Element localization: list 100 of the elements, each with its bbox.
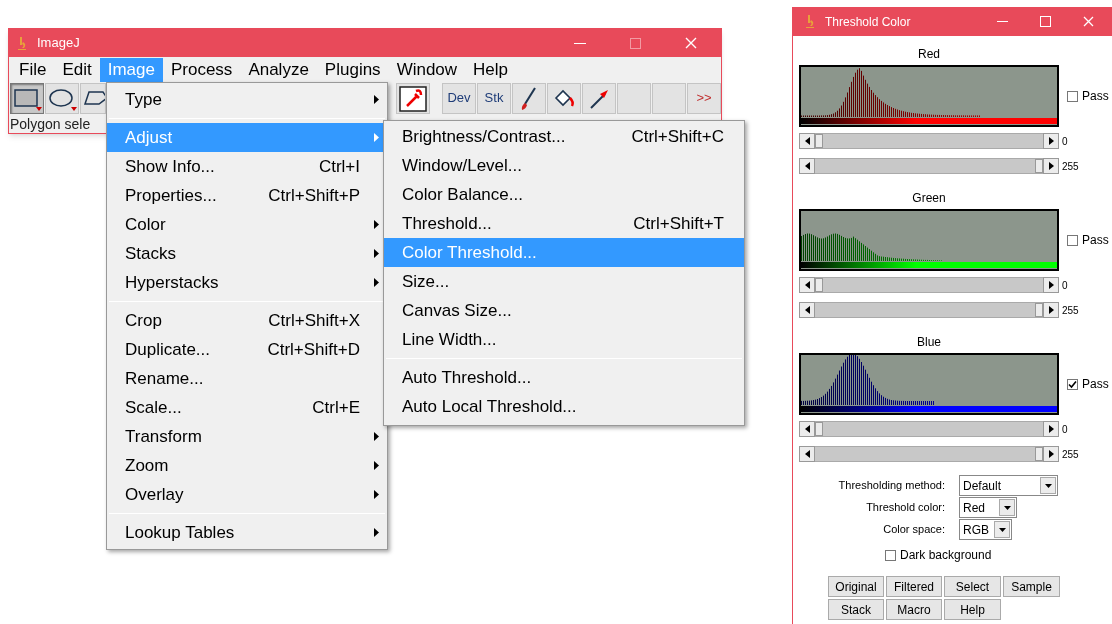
window-title: Threshold Color bbox=[825, 13, 911, 31]
menu-item[interactable]: Overlay bbox=[107, 480, 387, 509]
scroll-right-button[interactable] bbox=[1043, 158, 1059, 174]
eyedropper-icon bbox=[397, 83, 429, 113]
maximize-icon bbox=[630, 37, 641, 49]
menu-item[interactable]: Duplicate... Ctrl+Shift+D bbox=[107, 335, 387, 364]
scroll-right-button[interactable] bbox=[1043, 446, 1059, 462]
slider-thumb[interactable] bbox=[815, 134, 823, 148]
submenu-arrow-icon bbox=[374, 249, 379, 258]
more-tools-button[interactable]: >> bbox=[687, 82, 721, 114]
close-icon[interactable] bbox=[685, 37, 697, 49]
dropdown[interactable]: Red bbox=[959, 497, 1017, 518]
dropdown[interactable]: Default bbox=[959, 475, 1058, 496]
pass-checkbox[interactable]: Pass bbox=[1067, 231, 1109, 249]
tool-button[interactable] bbox=[547, 82, 581, 114]
channel-label: Red bbox=[917, 46, 941, 61]
scroll-left-button[interactable] bbox=[799, 277, 815, 293]
submenu-arrow-icon bbox=[374, 220, 379, 229]
menu-item[interactable]: Edit bbox=[54, 57, 100, 82]
channel-label: Blue bbox=[916, 334, 942, 349]
window-title: ImageJ bbox=[37, 34, 80, 53]
button[interactable]: Filtered bbox=[886, 576, 942, 597]
left-arrow-icon bbox=[804, 162, 810, 170]
menu-item[interactable]: Window/Level... bbox=[384, 151, 744, 180]
menu-item[interactable]: Type bbox=[107, 85, 387, 114]
tool-button[interactable] bbox=[45, 82, 79, 114]
slider-thumb[interactable] bbox=[1035, 159, 1043, 173]
menu-item[interactable]: Help bbox=[465, 57, 517, 82]
slider-value: 0 bbox=[1062, 278, 1068, 293]
menu-item[interactable]: Show Info... Ctrl+I bbox=[107, 152, 387, 181]
menu-item[interactable]: Stacks bbox=[107, 239, 387, 268]
menu-item[interactable]: Auto Threshold... bbox=[384, 363, 744, 392]
menu-item[interactable]: Color bbox=[107, 210, 387, 239]
menu-item[interactable]: Process bbox=[162, 57, 241, 82]
menu-item[interactable]: Plugins bbox=[316, 57, 389, 82]
slider-value: 0 bbox=[1062, 422, 1068, 437]
menu-item[interactable]: Crop Ctrl+Shift+X bbox=[107, 306, 387, 335]
right-arrow-icon bbox=[1048, 137, 1054, 145]
menu-item[interactable]: Analyze bbox=[240, 57, 317, 82]
slider-thumb[interactable] bbox=[1035, 303, 1043, 317]
left-arrow-icon bbox=[804, 306, 810, 314]
scroll-right-button[interactable] bbox=[1043, 277, 1059, 293]
menu-item[interactable]: Hyperstacks bbox=[107, 268, 387, 297]
scroll-left-button[interactable] bbox=[799, 158, 815, 174]
menu-item[interactable]: Window bbox=[388, 57, 466, 82]
tool-button[interactable] bbox=[10, 82, 44, 114]
tool-button[interactable] bbox=[80, 82, 106, 114]
pass-checkbox[interactable]: Pass bbox=[1067, 375, 1109, 393]
submenu-arrow-icon bbox=[374, 528, 379, 537]
tool-button[interactable]: Dev bbox=[442, 82, 476, 114]
menu-item[interactable]: Auto Local Threshold... bbox=[384, 392, 744, 421]
submenu-arrow-icon bbox=[374, 278, 379, 287]
tool-button[interactable] bbox=[512, 82, 546, 114]
maximize-icon[interactable] bbox=[1040, 16, 1051, 27]
button[interactable]: Sample bbox=[1003, 576, 1060, 597]
field-label: Threshold color: bbox=[865, 500, 945, 516]
scroll-right-button[interactable] bbox=[1043, 133, 1059, 149]
menu-item[interactable]: Scale... Ctrl+E bbox=[107, 393, 387, 422]
menu-item[interactable]: Lookup Tables bbox=[107, 518, 387, 547]
slider-thumb[interactable] bbox=[1035, 447, 1043, 461]
tool-button[interactable] bbox=[396, 82, 430, 114]
minimize-icon[interactable] bbox=[574, 42, 586, 44]
scroll-left-button[interactable] bbox=[799, 446, 815, 462]
right-arrow-icon bbox=[1048, 450, 1054, 458]
dropdown[interactable]: RGB bbox=[959, 519, 1012, 540]
menu-item[interactable]: File bbox=[11, 57, 55, 82]
slider-thumb[interactable] bbox=[815, 422, 823, 436]
button[interactable]: Macro bbox=[886, 599, 942, 620]
scroll-right-button[interactable] bbox=[1043, 421, 1059, 437]
left-arrow-icon bbox=[804, 425, 810, 433]
menu-item[interactable]: Properties... Ctrl+Shift+P bbox=[107, 181, 387, 210]
menu-item[interactable]: Canvas Size... bbox=[384, 296, 744, 325]
menu-item[interactable]: Zoom bbox=[107, 451, 387, 480]
scroll-left-button[interactable] bbox=[799, 302, 815, 318]
dropdown-arrow-icon bbox=[1003, 505, 1011, 510]
button[interactable]: Original bbox=[828, 576, 884, 597]
scroll-left-button[interactable] bbox=[799, 421, 815, 437]
tool-button[interactable]: Stk bbox=[477, 82, 511, 114]
button[interactable]: Select bbox=[944, 576, 1001, 597]
right-arrow-icon bbox=[1048, 306, 1054, 314]
menu-item[interactable]: Color Balance... bbox=[384, 180, 744, 209]
dark-background-checkbox[interactable]: Dark background bbox=[885, 546, 992, 564]
scroll-left-button[interactable] bbox=[799, 133, 815, 149]
menu-item[interactable]: Rename... bbox=[107, 364, 387, 393]
menu-item[interactable]: Line Width... bbox=[384, 325, 744, 354]
pass-checkbox[interactable]: Pass bbox=[1067, 87, 1109, 105]
slider-thumb[interactable] bbox=[815, 278, 823, 292]
left-arrow-icon bbox=[804, 281, 810, 289]
microscope-icon bbox=[803, 14, 817, 29]
button[interactable]: Stack bbox=[828, 599, 884, 620]
menu-item[interactable]: Threshold... Ctrl+Shift+T bbox=[384, 209, 744, 238]
button[interactable]: Help bbox=[944, 599, 1001, 620]
tool-button[interactable] bbox=[582, 82, 616, 114]
field-label: Thresholding method: bbox=[837, 478, 945, 494]
slider-value: 0 bbox=[1062, 134, 1068, 149]
menu-item[interactable]: Brightness/Contrast... Ctrl+Shift+C bbox=[384, 122, 744, 151]
scroll-right-button[interactable] bbox=[1043, 302, 1059, 318]
menu-item[interactable]: Transform bbox=[107, 422, 387, 451]
menu-item[interactable]: Size... bbox=[384, 267, 744, 296]
close-icon[interactable] bbox=[1083, 16, 1094, 27]
